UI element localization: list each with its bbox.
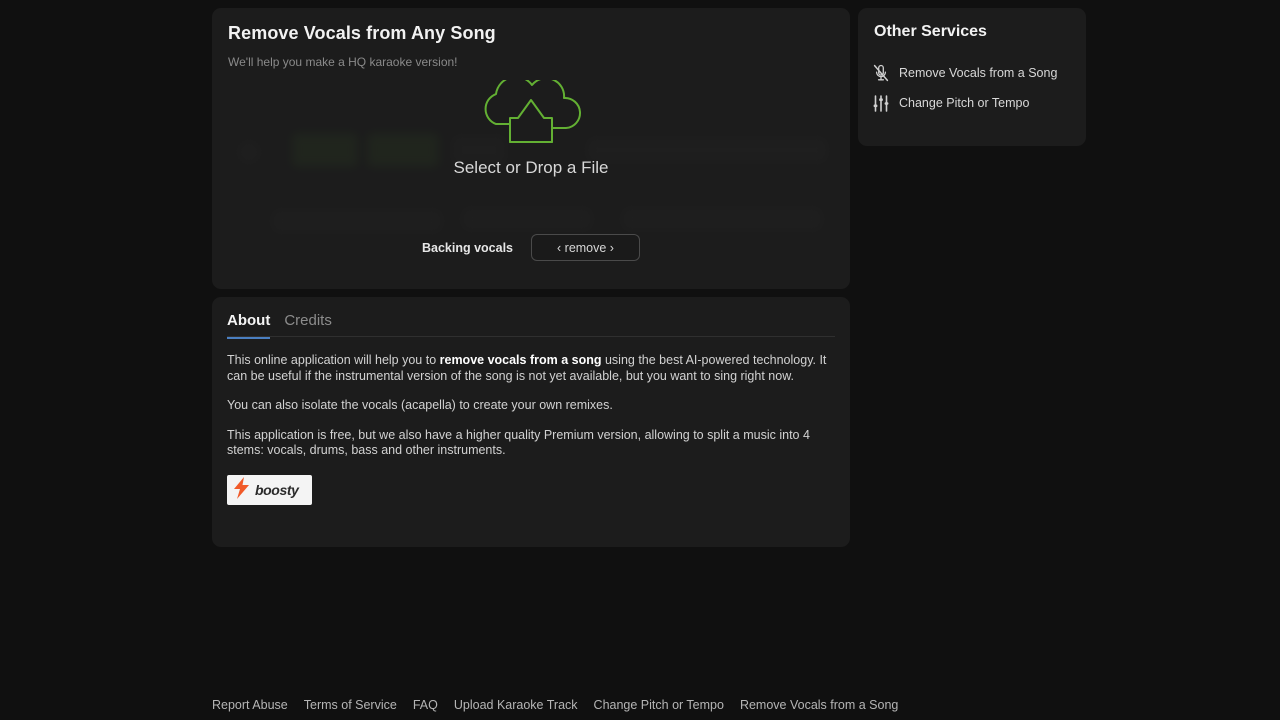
paragraph-lead: You can also isolate the vocals (acapell… (227, 398, 613, 412)
footer-link-change-pitch-or-tempo[interactable]: Change Pitch or Tempo (594, 698, 724, 712)
tab-bar: About Credits (227, 312, 332, 339)
footer: Report Abuse Terms of Service FAQ Upload… (212, 698, 898, 712)
backing-vocals-label: Backing vocals (421, 240, 513, 255)
about-card: About Credits This online application wi… (212, 297, 850, 547)
about-paragraph: This online application will help you to… (227, 353, 835, 384)
other-services-card: Other Services Remove Vocals from a Song (858, 8, 1086, 146)
microphone-muted-icon (872, 64, 890, 82)
service-item-remove-vocals[interactable]: Remove Vocals from a Song (872, 61, 1072, 85)
app-root: Remove Vocals from Any Song We'll help y… (0, 0, 1280, 720)
footer-link-faq[interactable]: FAQ (413, 698, 438, 712)
tab-credits[interactable]: Credits (284, 312, 332, 339)
boosty-badge[interactable]: boosty (227, 475, 312, 505)
page-subtitle: We'll help you make a HQ karaoke version… (228, 55, 458, 69)
file-dropzone[interactable]: Select or Drop a File (212, 80, 850, 215)
footer-link-remove-vocals-from-a-song[interactable]: Remove Vocals from a Song (740, 698, 898, 712)
backing-vocals-toggle[interactable]: ‹ remove › (531, 234, 640, 261)
about-paragraph: You can also isolate the vocals (acapell… (227, 398, 835, 414)
paragraph-lead: This application is free, but we also ha… (227, 427, 810, 458)
service-item-label: Change Pitch or Tempo (899, 96, 1030, 110)
footer-link-terms-of-service[interactable]: Terms of Service (304, 698, 397, 712)
paragraph-lead: This online application will help you to (227, 353, 440, 367)
sliders-icon (872, 94, 890, 112)
about-paragraph: This application is free, but we also ha… (227, 428, 835, 459)
other-services-title: Other Services (874, 23, 987, 40)
boosty-lightning-icon (232, 476, 252, 505)
footer-link-report-abuse[interactable]: Report Abuse (212, 698, 288, 712)
backing-vocals-row: Backing vocals ‹ remove › (212, 234, 850, 261)
service-item-label: Remove Vocals from a Song (899, 66, 1058, 80)
page-title: Remove Vocals from Any Song (228, 23, 496, 43)
footer-link-upload-karaoke-track[interactable]: Upload Karaoke Track (454, 698, 578, 712)
cloud-upload-icon (480, 80, 582, 146)
paragraph-bold: remove vocals from a song (439, 353, 602, 367)
upload-card: Remove Vocals from Any Song We'll help y… (212, 8, 850, 289)
boosty-wordmark: boosty (255, 482, 299, 498)
service-item-change-pitch[interactable]: Change Pitch or Tempo (872, 91, 1072, 115)
about-body: This online application will help you to… (227, 353, 835, 473)
tab-about[interactable]: About (227, 312, 271, 339)
tab-divider (227, 336, 835, 337)
dropzone-label: Select or Drop a File (453, 158, 609, 177)
